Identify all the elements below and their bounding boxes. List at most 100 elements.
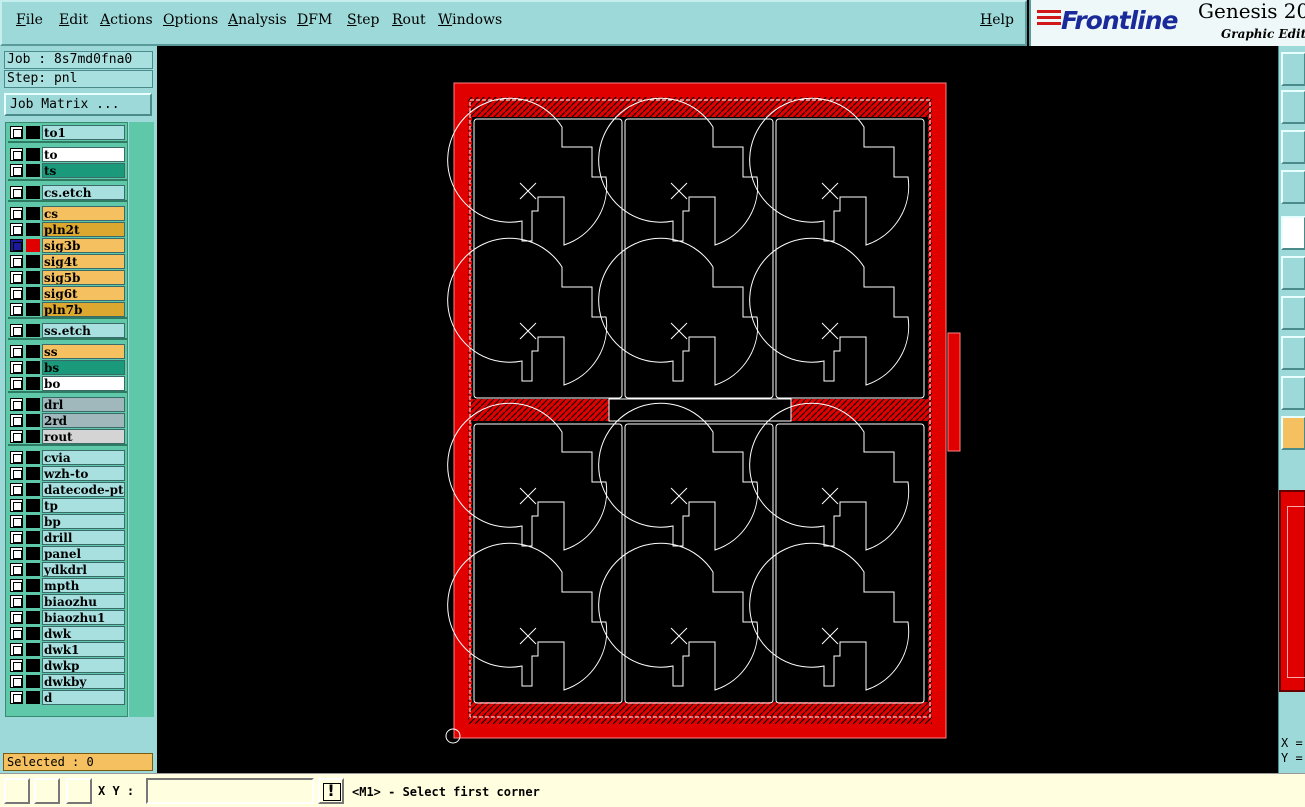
layer-checkbox[interactable]: [10, 563, 23, 576]
layer-color-swatch[interactable]: [26, 345, 40, 358]
menu-rout[interactable]: Rout: [392, 12, 426, 28]
menu-edit[interactable]: Edit: [59, 12, 88, 28]
layer-color-swatch[interactable]: [26, 255, 40, 268]
layer-checkbox[interactable]: [10, 303, 23, 316]
layer-name[interactable]: biaozhu1: [42, 610, 125, 625]
layer-checkbox[interactable]: [10, 287, 23, 300]
layer-checkbox[interactable]: [10, 531, 23, 544]
layer-name[interactable]: cs: [42, 206, 125, 221]
layer-checkbox[interactable]: [10, 223, 23, 236]
layer-color-swatch[interactable]: [26, 361, 40, 374]
layer-checkbox[interactable]: [10, 126, 23, 139]
layer-color-swatch[interactable]: [26, 547, 40, 560]
snap-node-icon[interactable]: [1281, 256, 1305, 290]
layer-name[interactable]: dwkp: [42, 658, 125, 673]
layer-color-swatch[interactable]: [26, 287, 40, 300]
layer-checkbox[interactable]: [10, 398, 23, 411]
layer-color-swatch[interactable]: [26, 164, 40, 177]
grid-icon[interactable]: [66, 778, 92, 804]
layer-checkbox[interactable]: [10, 345, 23, 358]
layer-color-swatch[interactable]: [26, 451, 40, 464]
layer-color-swatch[interactable]: [26, 499, 40, 512]
layer-name[interactable]: rout: [42, 429, 125, 444]
menu-options[interactable]: Options: [163, 12, 218, 28]
layer-name[interactable]: mpth: [42, 578, 125, 593]
layer-color-swatch[interactable]: [26, 595, 40, 608]
layer-name[interactable]: ts: [42, 163, 125, 178]
layer-name[interactable]: to1: [42, 125, 125, 140]
menu-file[interactable]: File: [16, 12, 43, 28]
layer-color-swatch[interactable]: [26, 186, 40, 199]
layer-checkbox[interactable]: [10, 627, 23, 640]
layer-checkbox[interactable]: [10, 691, 23, 704]
line-tool-icon[interactable]: [1281, 296, 1305, 330]
layer-name[interactable]: d: [42, 690, 125, 705]
layer-color-swatch[interactable]: [26, 627, 40, 640]
polygon-tool-icon[interactable]: [1281, 376, 1305, 410]
zoom-home-icon[interactable]: [1281, 52, 1305, 86]
layer-checkbox[interactable]: [10, 675, 23, 688]
layer-checkbox[interactable]: [10, 239, 23, 252]
layer-name[interactable]: tp: [42, 498, 125, 513]
layer-list-scrollbar[interactable]: [129, 122, 154, 717]
layer-checkbox[interactable]: [10, 164, 23, 177]
layer-checkbox[interactable]: [10, 483, 23, 496]
pad-icon[interactable]: [1281, 216, 1305, 250]
layer-color-swatch[interactable]: [26, 467, 40, 480]
job-matrix-button[interactable]: Job Matrix ...: [4, 93, 152, 116]
layer-color-swatch[interactable]: [26, 271, 40, 284]
layer-checkbox[interactable]: [10, 414, 23, 427]
layer-checkbox[interactable]: [10, 148, 23, 161]
layer-name[interactable]: ydkdrl: [42, 562, 125, 577]
layer-name[interactable]: panel: [42, 546, 125, 561]
layer-color-swatch[interactable]: [26, 563, 40, 576]
layer-checkbox[interactable]: [10, 659, 23, 672]
menu-dfm[interactable]: DFM: [297, 12, 332, 28]
layer-color-swatch[interactable]: [26, 659, 40, 672]
layer-checkbox[interactable]: [10, 611, 23, 624]
menu-step[interactable]: Step: [347, 12, 379, 28]
layer-name[interactable]: ss.etch: [42, 323, 125, 338]
menu-actions[interactable]: Actions: [100, 12, 153, 28]
layer-checkbox[interactable]: [10, 467, 23, 480]
layer-name[interactable]: wzh-to: [42, 466, 125, 481]
fit-window-icon[interactable]: [1281, 130, 1305, 164]
layer-name[interactable]: drl: [42, 397, 125, 412]
layer-name[interactable]: dwk1: [42, 642, 125, 657]
layer-color-swatch[interactable]: [26, 126, 40, 139]
menu-help[interactable]: Help: [980, 12, 1014, 28]
layer-name[interactable]: dwkby: [42, 674, 125, 689]
layer-checkbox[interactable]: [10, 324, 23, 337]
alert-button[interactable]: !: [318, 778, 344, 804]
layer-checkbox[interactable]: [10, 499, 23, 512]
layer-name[interactable]: cs.etch: [42, 185, 125, 200]
layer-color-swatch[interactable]: [26, 414, 40, 427]
layer-color-swatch[interactable]: [26, 324, 40, 337]
menu-windows[interactable]: Windows: [438, 12, 502, 28]
layer-color-swatch[interactable]: [26, 515, 40, 528]
layer-name[interactable]: bs: [42, 360, 125, 375]
layer-checkbox[interactable]: [10, 579, 23, 592]
layer-color-swatch[interactable]: [26, 483, 40, 496]
layer-name[interactable]: ss: [42, 344, 125, 359]
layer-checkbox[interactable]: [10, 186, 23, 199]
layer-color-swatch[interactable]: [26, 207, 40, 220]
select-pointer-icon[interactable]: [1281, 416, 1305, 450]
overview-minimap[interactable]: [1279, 490, 1305, 692]
snap-grid-icon[interactable]: [4, 778, 30, 804]
layer-name[interactable]: bp: [42, 514, 125, 529]
graphic-canvas[interactable]: [157, 46, 1278, 773]
layer-name[interactable]: sig3b: [42, 238, 125, 253]
layer-color-swatch[interactable]: [26, 675, 40, 688]
layer-checkbox[interactable]: [10, 377, 23, 390]
layer-name[interactable]: biaozhu: [42, 594, 125, 609]
layer-color-swatch[interactable]: [26, 398, 40, 411]
layer-checkbox[interactable]: [10, 595, 23, 608]
layer-color-swatch[interactable]: [26, 611, 40, 624]
layer-name[interactable]: 2rd: [42, 413, 125, 428]
layer-color-swatch[interactable]: [26, 643, 40, 656]
layer-name[interactable]: bo: [42, 376, 125, 391]
layer-name[interactable]: pln2t: [42, 222, 125, 237]
layer-checkbox[interactable]: [10, 643, 23, 656]
layer-color-swatch[interactable]: [26, 531, 40, 544]
